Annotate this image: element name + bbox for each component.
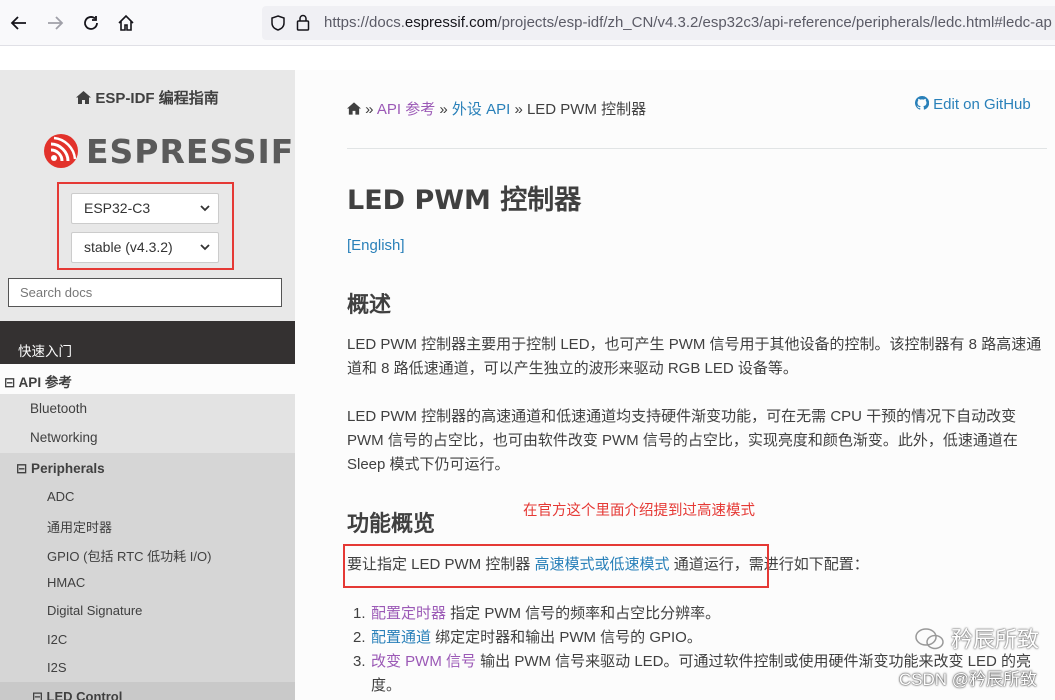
home-icon[interactable]: [347, 102, 361, 115]
project-title-label: ESP-IDF 编程指南: [95, 90, 219, 107]
sidebar-item-label: HMAC: [47, 575, 86, 590]
address-bar[interactable]: https://docs.espressif.com/projects/esp-…: [262, 6, 1055, 40]
breadcrumb-api-reference[interactable]: API 参考: [377, 101, 435, 118]
breadcrumb-current: LED PWM 控制器: [526, 101, 647, 118]
sidebar-item-adc[interactable]: ADC: [0, 482, 295, 510]
change-pwm-signal-link[interactable]: 改变 PWM 信号: [371, 653, 476, 670]
breadcrumb-separator: »: [439, 101, 448, 118]
arrow-right-icon: [48, 16, 64, 30]
red-highlight-box: [343, 544, 769, 588]
page-title: LED PWM 控制器: [347, 185, 582, 216]
watermark-main: 矜辰所致: [915, 622, 1039, 654]
list-item-text: 绑定定时器和输出 PWM 信号的 GPIO。: [431, 629, 702, 646]
sidebar-item-label: Bluetooth: [30, 401, 88, 416]
sidebar-item-digital-signature[interactable]: Digital Signature: [0, 596, 295, 625]
github-icon: [914, 95, 930, 110]
forward-button[interactable]: [44, 12, 66, 34]
paragraph-overview-2: LED PWM 控制器的高速通道和低速通道均支持硬件渐变功能，可在无需 CPU …: [347, 408, 1018, 473]
lock-icon[interactable]: [296, 14, 310, 31]
sidebar-item-gpio[interactable]: GPIO (包括 RTC 低功耗 I/O): [0, 539, 295, 568]
watermark-csdn: CSDN @矜辰所致: [898, 670, 1037, 689]
configure-channel-link[interactable]: 配置通道: [371, 629, 431, 646]
sidebar-item-led-control[interactable]: ⊟ LED Control: [0, 682, 295, 700]
reload-icon: [84, 16, 98, 30]
url-text[interactable]: https://docs.espressif.com/projects/esp-…: [324, 14, 1052, 31]
sidebar-item-i2c[interactable]: I2C: [0, 625, 295, 653]
sidebar-item-label: I2C: [47, 632, 68, 647]
red-highlight-box: [57, 182, 234, 270]
divider: [347, 148, 1047, 149]
sidebar-item-api-reference[interactable]: ⊟ API 参考: [0, 364, 295, 394]
sidebar-item-i2s[interactable]: I2S: [0, 653, 295, 682]
wechat-icon: [915, 628, 944, 650]
back-button[interactable]: [8, 12, 30, 34]
paragraph-overview-1: LED PWM 控制器主要用于控制 LED，也可产生 PWM 信号用于其他设备的…: [347, 336, 1042, 377]
list-number: 3.: [353, 653, 366, 670]
sidebar-item-quickstart[interactable]: 快速入门: [0, 332, 295, 364]
home-button[interactable]: [115, 12, 137, 34]
breadcrumb-separator: »: [365, 101, 374, 118]
browser-toolbar: https://docs.espressif.com/projects/esp-…: [0, 0, 1055, 46]
sidebar-item-label: ⊟ API 参考: [4, 375, 72, 390]
breadcrumb-separator: »: [514, 101, 523, 118]
sidebar-item-label: Digital Signature: [47, 603, 143, 618]
espressif-logo-icon: [44, 134, 78, 168]
section-heading-features: 功能概览: [347, 512, 436, 537]
list-item-text: 指定 PWM 信号的频率和占空比分辨率。: [446, 605, 721, 622]
breadcrumb: » API 参考 » 外设 API » LED PWM 控制器: [347, 98, 646, 119]
sidebar-item-label: 通用定时器: [47, 520, 113, 535]
home-icon: [76, 91, 92, 104]
list-number: 1.: [353, 605, 366, 622]
list-number: 2.: [353, 629, 366, 646]
section-heading-overview: 概述: [347, 293, 392, 318]
configure-timer-link[interactable]: 配置定时器: [371, 605, 446, 622]
sidebar-item-label: 快速入门: [18, 344, 72, 359]
shield-icon[interactable]: [270, 15, 286, 31]
edit-on-github-label: Edit on GitHub: [933, 96, 1031, 113]
espressif-logo[interactable]: ESPRESSIF: [42, 132, 293, 171]
sidebar-item-hmac[interactable]: HMAC: [0, 568, 295, 596]
sidebar: ESP-IDF 编程指南 ESPRESSIF ESP32-C3 stable (…: [0, 70, 295, 700]
red-annotation-text: 在官方这个里面介绍提到过高速模式: [523, 503, 755, 519]
sidebar-item-label: ADC: [47, 489, 75, 504]
breadcrumb-peripherals-api[interactable]: 外设 API: [452, 101, 510, 118]
home-icon: [118, 14, 134, 31]
sidebar-item-label: ⊟ LED Control: [32, 689, 123, 700]
logo-text: ESPRESSIF: [86, 132, 295, 171]
arrow-left-icon: [10, 16, 26, 30]
sidebar-item-label: Networking: [30, 430, 98, 445]
sidebar-item-peripherals[interactable]: ⊟ Peripherals: [0, 453, 295, 482]
search-input[interactable]: Search docs: [8, 278, 282, 307]
sidebar-header: ESP-IDF 编程指南 ESPRESSIF ESP32-C3 stable (…: [0, 70, 295, 321]
sidebar-item-label: GPIO (包括 RTC 低功耗 I/O): [47, 549, 212, 564]
project-title[interactable]: ESP-IDF 编程指南: [0, 87, 295, 108]
sidebar-item-label: I2S: [47, 660, 67, 675]
sidebar-item-networking[interactable]: Networking: [0, 423, 295, 453]
sidebar-item-bluetooth[interactable]: Bluetooth: [0, 394, 295, 423]
sidebar-item-label: ⊟ Peripherals: [16, 461, 105, 476]
watermark-main-text: 矜辰所致: [950, 627, 1039, 652]
reload-button[interactable]: [80, 12, 102, 34]
edit-on-github-link[interactable]: Edit on GitHub: [914, 95, 1031, 113]
english-link[interactable]: [English]: [347, 237, 405, 254]
sidebar-item-timer[interactable]: 通用定时器: [0, 510, 295, 539]
main-content: » API 参考 » 外设 API » LED PWM 控制器 Edit on …: [295, 70, 1055, 700]
